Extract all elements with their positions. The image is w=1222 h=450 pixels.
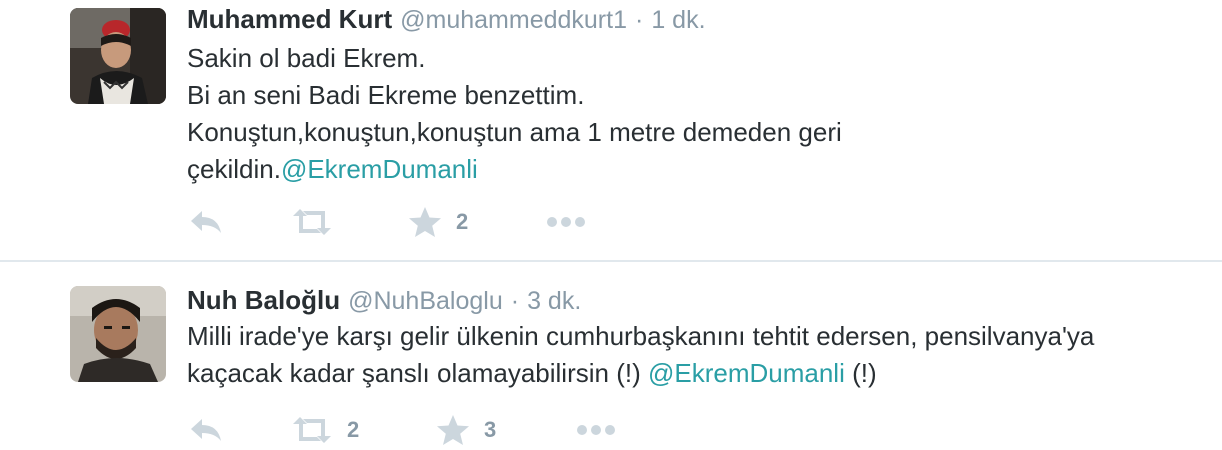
tweet-text-fragment: kaçacak kadar şanslı olamayabilirsin (!): [187, 358, 648, 388]
tweet-text: Milli irade'ye karşı gelir ülkenin cumhu…: [187, 318, 1187, 392]
retweet-icon: [293, 417, 331, 443]
tweet[interactable]: Muhammed Kurt @muhammeddkurt1 · 1 dk. Sakin…: [0, 0, 1222, 261]
mention-link[interactable]: @EkremDumanli: [648, 358, 845, 388]
tweet-header: Nuh Baloğlu @NuhBaloglu · 3 dk.: [187, 285, 581, 316]
user-fullname[interactable]: Muhammed Kurt: [187, 4, 392, 34]
tweet-header: Muhammed Kurt @muhammeddkurt1 · 1 dk.: [187, 4, 706, 35]
tweet-text-fragment: (!): [844, 358, 877, 388]
reply-icon: [191, 211, 221, 233]
user-handle[interactable]: @muhammeddkurt1: [400, 6, 627, 34]
favorite-button[interactable]: 3: [436, 410, 496, 450]
tweet-text-line: Milli irade'ye karşı gelir ülkenin cumhu…: [187, 321, 1095, 351]
more-button[interactable]: [576, 410, 616, 450]
tweet[interactable]: Nuh Baloğlu @NuhBaloglu · 3 dk. Milli irade…: [0, 262, 1222, 450]
tweet-text-line: Sakin ol badi Ekrem.: [187, 43, 426, 73]
mention-link[interactable]: @EkremDumanli: [281, 154, 478, 184]
retweet-button[interactable]: 2: [291, 410, 359, 450]
favorite-count: 3: [484, 417, 497, 442]
retweet-button[interactable]: [291, 202, 347, 242]
tweet-text-line: Konuştun,konuştun,konuştun ama 1 metre d…: [187, 117, 842, 147]
more-icon: [577, 425, 615, 435]
timestamp[interactable]: 3 dk.: [527, 287, 581, 315]
reply-button[interactable]: [188, 410, 224, 450]
tweet-actions: 2: [0, 202, 1222, 242]
retweet-icon: [293, 209, 331, 235]
avatar[interactable]: [70, 8, 166, 104]
favorite-icon: [409, 207, 441, 237]
more-button[interactable]: [546, 202, 586, 242]
separator: ·: [510, 287, 520, 315]
tweet-text-line: Bi an seni Badi Ekreme benzettim.: [187, 80, 585, 110]
reply-button[interactable]: [188, 202, 224, 242]
user-fullname[interactable]: Nuh Baloğlu: [187, 285, 340, 315]
more-icon: [547, 217, 585, 227]
favorite-icon: [437, 415, 469, 445]
tweet-actions: 2 3: [0, 410, 1222, 450]
tweet-text-fragment: çekildin.: [187, 154, 281, 184]
favorite-button[interactable]: 2: [408, 202, 468, 242]
retweet-count: 2: [347, 417, 360, 442]
favorite-count: 2: [456, 209, 469, 234]
tweet-text-line: çekildin.@EkremDumanli: [187, 151, 947, 188]
tweet-text: Sakin ol badi Ekrem. Bi an seni Badi Ekr…: [187, 40, 947, 188]
separator: ·: [634, 6, 644, 34]
reply-icon: [191, 419, 221, 441]
tweet-text-line: kaçacak kadar şanslı olamayabilirsin (!)…: [187, 355, 1187, 392]
user-handle[interactable]: @NuhBaloglu: [348, 287, 503, 315]
avatar[interactable]: [70, 286, 166, 382]
timestamp[interactable]: 1 dk.: [651, 6, 705, 34]
